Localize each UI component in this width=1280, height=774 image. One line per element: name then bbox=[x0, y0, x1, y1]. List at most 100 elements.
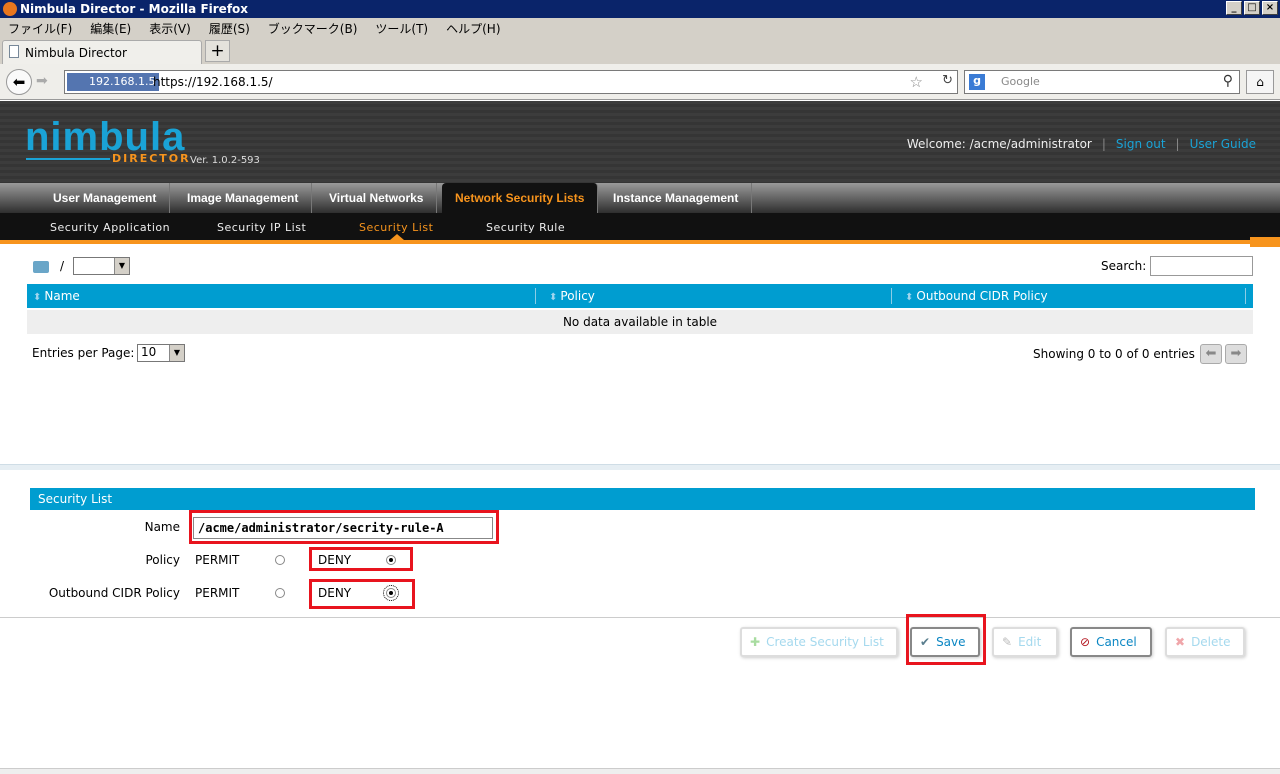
cancel-label: Cancel bbox=[1096, 635, 1137, 649]
delete-icon: ✖ bbox=[1175, 635, 1186, 649]
site-identity[interactable]: 192.168.1.5 bbox=[67, 73, 160, 91]
menu-history[interactable]: 履歴(S) bbox=[209, 20, 250, 37]
showing-info: Showing 0 to 0 of 0 entries bbox=[1033, 347, 1195, 361]
prev-page-button[interactable]: ⬅ bbox=[1200, 344, 1222, 364]
subtab-security-ip-list[interactable]: Security IP List bbox=[217, 221, 306, 234]
divider bbox=[0, 617, 1280, 618]
home-button[interactable]: ⌂ bbox=[1246, 70, 1274, 94]
new-tab-button[interactable]: + bbox=[205, 40, 230, 62]
sub-nav: Security Application Security IP List Se… bbox=[0, 213, 1280, 244]
tab-bar: Nimbula Director + bbox=[0, 38, 1280, 64]
maximize-button[interactable]: □ bbox=[1244, 1, 1260, 15]
checkmark-icon: ✔ bbox=[920, 635, 931, 649]
collapse-header-button[interactable] bbox=[1250, 237, 1280, 247]
sign-out-link[interactable]: Sign out bbox=[1116, 137, 1166, 151]
app-header: nimbula DIRECTOR Ver. 1.0.2-593 Welcome:… bbox=[0, 101, 1280, 183]
table-search-input[interactable] bbox=[1150, 256, 1253, 276]
user-guide-link[interactable]: User Guide bbox=[1190, 137, 1256, 151]
status-bar bbox=[0, 768, 1280, 774]
window-title: Nimbula Director - Mozilla Firefox bbox=[20, 2, 249, 16]
outbound-deny-radio[interactable] bbox=[383, 585, 399, 601]
policy-deny-radio[interactable] bbox=[386, 555, 396, 565]
version: Ver. 1.0.2-593 bbox=[190, 155, 260, 166]
window-title-bar: Nimbula Director - Mozilla Firefox _ □ × bbox=[0, 0, 1280, 18]
form-title: Security List bbox=[30, 488, 1255, 510]
next-page-button[interactable]: ➡ bbox=[1225, 344, 1247, 364]
tab-user-management[interactable]: User Management bbox=[40, 183, 171, 213]
url-text: https://192.168.1.5/ bbox=[153, 75, 273, 89]
search-placeholder: Google bbox=[1001, 75, 1040, 88]
search-label: Search: bbox=[1101, 259, 1147, 273]
column-policy[interactable]: Policy bbox=[549, 289, 595, 303]
plus-icon: ✚ bbox=[750, 635, 761, 649]
menu-view[interactable]: 表示(V) bbox=[149, 20, 191, 37]
save-button[interactable]: ✔ Save bbox=[910, 627, 980, 657]
logo-subtitle: DIRECTOR bbox=[112, 152, 191, 165]
folder-icon bbox=[33, 261, 49, 273]
policy-permit-radio[interactable] bbox=[275, 555, 285, 565]
active-caret bbox=[390, 234, 404, 240]
policy-deny-label: DENY bbox=[318, 553, 352, 567]
subtab-security-list[interactable]: Security List bbox=[359, 221, 433, 234]
welcome-text: Welcome: /acme/administrator bbox=[906, 137, 1092, 151]
entries-label: Entries per Page: bbox=[32, 346, 135, 360]
chevron-down-icon: ▼ bbox=[114, 258, 129, 274]
subtab-security-rule[interactable]: Security Rule bbox=[486, 221, 565, 234]
entries-per-page-select[interactable]: 10 ▼ bbox=[137, 344, 185, 362]
reload-icon[interactable]: ↻ bbox=[942, 73, 953, 88]
policy-permit-label: PERMIT bbox=[195, 553, 240, 567]
outbound-deny-label: DENY bbox=[318, 586, 352, 600]
bookmark-star-icon[interactable]: ☆ bbox=[910, 73, 923, 91]
create-label: Create Security List bbox=[766, 635, 884, 649]
menu-help[interactable]: ヘルプ(H) bbox=[446, 20, 500, 37]
entries-value: 10 bbox=[141, 345, 157, 359]
page-icon bbox=[9, 45, 19, 58]
firefox-icon bbox=[3, 2, 17, 16]
edit-button[interactable]: ✎ Edit bbox=[992, 627, 1058, 657]
back-button[interactable]: ⬅ bbox=[6, 69, 32, 95]
menu-file[interactable]: ファイル(F) bbox=[8, 20, 72, 37]
outbound-permit-label: PERMIT bbox=[195, 586, 240, 600]
table-header: Name Policy Outbound CIDR Policy bbox=[27, 284, 1253, 308]
menu-edit[interactable]: 編集(E) bbox=[90, 20, 131, 37]
column-name[interactable]: Name bbox=[33, 289, 79, 303]
tab-virtual-networks[interactable]: Virtual Networks bbox=[316, 183, 438, 213]
tab-instance-management[interactable]: Instance Management bbox=[600, 183, 753, 213]
cancel-icon: ⊘ bbox=[1080, 635, 1091, 649]
google-icon[interactable]: g bbox=[969, 74, 985, 90]
delete-button[interactable]: ✖ Delete bbox=[1165, 627, 1245, 657]
delete-label: Delete bbox=[1191, 635, 1231, 649]
empty-table-message: No data available in table bbox=[27, 310, 1253, 334]
panel-splitter[interactable] bbox=[0, 464, 1280, 470]
create-security-list-button[interactable]: ✚ Create Security List bbox=[740, 627, 898, 657]
minimize-button[interactable]: _ bbox=[1226, 1, 1242, 15]
forward-button[interactable]: ➡ bbox=[36, 73, 48, 89]
name-label: Name bbox=[144, 520, 180, 534]
subtab-security-application[interactable]: Security Application bbox=[50, 221, 170, 234]
pencil-icon: ✎ bbox=[1002, 635, 1013, 649]
browser-tab[interactable]: Nimbula Director bbox=[2, 40, 202, 64]
tab-label: Nimbula Director bbox=[25, 46, 127, 60]
menu-tools[interactable]: ツール(T) bbox=[375, 20, 428, 37]
column-outbound-cidr-policy[interactable]: Outbound CIDR Policy bbox=[905, 289, 1047, 303]
policy-label: Policy bbox=[145, 553, 180, 567]
path-select[interactable]: ▼ bbox=[73, 257, 130, 275]
logo-line bbox=[26, 158, 110, 160]
name-input[interactable]: /acme/administrator/secrity-rule-A bbox=[193, 517, 493, 539]
path-separator: / bbox=[60, 259, 65, 273]
main-nav: User Management Image Management Virtual… bbox=[0, 183, 1280, 213]
chevron-down-icon: ▼ bbox=[169, 345, 184, 361]
search-icon[interactable]: ⚲ bbox=[1223, 73, 1233, 89]
edit-label: Edit bbox=[1018, 635, 1042, 649]
outbound-label: Outbound CIDR Policy bbox=[48, 586, 180, 600]
url-bar[interactable]: 192.168.1.5 https://192.168.1.5/ ☆ ↻ bbox=[64, 70, 958, 94]
close-button[interactable]: × bbox=[1262, 1, 1278, 15]
tab-image-management[interactable]: Image Management bbox=[174, 183, 313, 213]
tab-network-security-lists[interactable]: Network Security Lists bbox=[442, 183, 599, 213]
search-bar[interactable]: g Google ⚲ bbox=[964, 70, 1240, 94]
menu-bar: ファイル(F) 編集(E) 表示(V) 履歴(S) ブックマーク(B) ツール(… bbox=[0, 18, 1280, 38]
cancel-button[interactable]: ⊘ Cancel bbox=[1070, 627, 1152, 657]
menu-bookmarks[interactable]: ブックマーク(B) bbox=[268, 20, 358, 37]
save-label: Save bbox=[936, 635, 966, 649]
outbound-permit-radio[interactable] bbox=[275, 588, 285, 598]
